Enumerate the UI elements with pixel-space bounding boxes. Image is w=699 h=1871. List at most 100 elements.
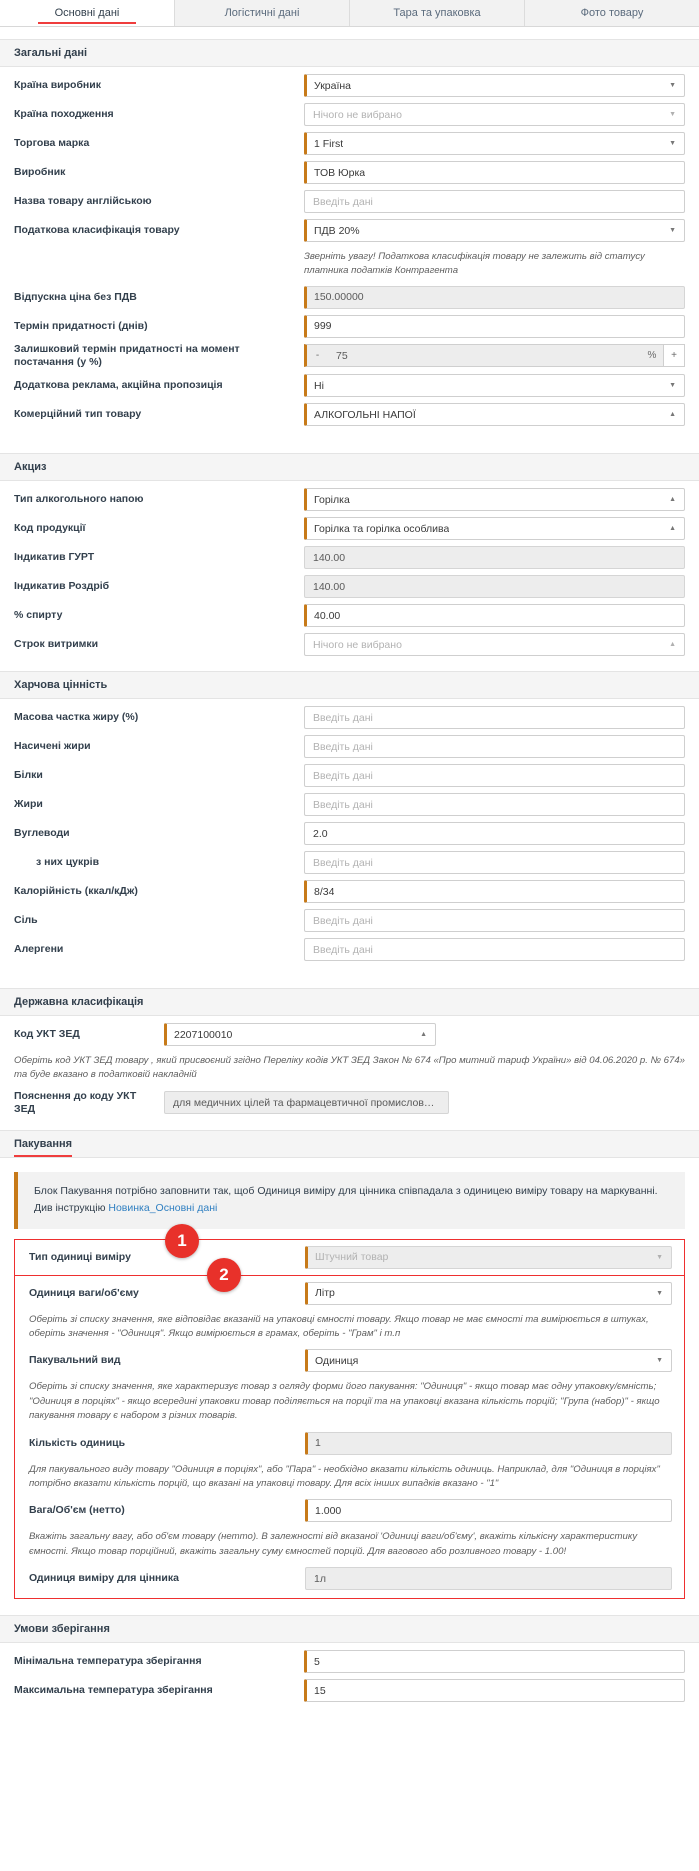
section-spacer <box>0 441 699 454</box>
field-control: Нічого не вибрано ▼ <box>304 103 685 126</box>
alcohol-percent-input[interactable]: 40.00 <box>304 604 685 628</box>
field-control: 1 <box>305 1431 672 1455</box>
input-placeholder: Введіть дані <box>313 769 373 782</box>
weight-unit-select[interactable]: Літр ▼ <box>305 1281 672 1305</box>
alcohol-type-select[interactable]: Горілка ▲ <box>304 488 685 512</box>
field-control: Літр ▼ <box>305 1281 672 1305</box>
input-placeholder: Введіть дані <box>313 195 373 208</box>
field-control: Горілка ▲ <box>304 488 685 512</box>
product-name-english-input[interactable]: Введіть дані <box>304 190 685 213</box>
field-label: Індикатив ГУРТ <box>14 550 95 563</box>
field-control: Введіть дані <box>304 764 685 788</box>
field-row-fats: Жири Введіть дані <box>14 792 685 817</box>
tab-product-photo[interactable]: Фото товару <box>525 0 699 26</box>
tab-gap <box>0 27 699 39</box>
country-manufacturer-select[interactable]: Україна ▼ <box>304 74 685 97</box>
input-placeholder: Введіть дані <box>313 711 373 724</box>
field-label: Жири <box>14 797 43 810</box>
chevron-up-icon: ▲ <box>669 496 676 504</box>
field-label: Залишковий термін придатності на момент … <box>14 342 240 368</box>
chevron-down-icon: ▼ <box>669 227 676 234</box>
section-title: Пакування <box>14 1138 73 1151</box>
select-value: Ні <box>314 379 324 392</box>
shelf-life-days-input[interactable]: 999 <box>304 314 685 338</box>
field-label: Індикатив Роздріб <box>14 579 110 592</box>
manufacturer-input[interactable]: ТОВ Юрка <box>304 161 685 184</box>
field-control: 1 First ▼ <box>304 132 685 155</box>
salt-input[interactable]: Введіть дані <box>304 909 685 933</box>
commercial-type-select[interactable]: АЛКОГОЛЬНІ НАПОЇ ▲ <box>304 403 685 427</box>
tab-basic-data[interactable]: Основні дані <box>0 0 175 26</box>
field-row-saturated-fats: Насичені жири Введіть дані <box>14 734 685 759</box>
proteins-input[interactable]: Введіть дані <box>304 764 685 788</box>
allergens-input[interactable]: Введіть дані <box>304 938 685 962</box>
fat-mass-fraction-input[interactable]: Введіть дані <box>304 706 685 730</box>
aging-period-select[interactable]: Нічого не вибрано ▲ <box>304 633 685 657</box>
saturated-fats-input[interactable]: Введіть дані <box>304 735 685 759</box>
field-label: Сіль <box>14 913 38 926</box>
stepper-decrement-button[interactable]: - <box>304 344 328 368</box>
section-header-excise: Акциз <box>0 453 699 482</box>
tab-label: Основні дані <box>54 7 120 19</box>
fats-input[interactable]: Введіть дані <box>304 793 685 817</box>
product-code-select[interactable]: Горілка та горілка особлива ▲ <box>304 517 685 541</box>
min-storage-temp-input[interactable]: 5 <box>304 1650 685 1674</box>
stepper-value[interactable]: 75 <box>328 344 641 368</box>
tab-bar: Основні дані Логістичні дані Тара та упа… <box>0 0 699 27</box>
field-row-units-quantity: Кількість одиниць 1 <box>29 1431 672 1456</box>
carbohydrates-input[interactable]: 2.0 <box>304 822 685 846</box>
price-without-vat-input: 150.00000 <box>304 285 685 309</box>
field-row-tax-classification: Податкова класифікація товару ПДВ 20% ▼ <box>14 218 685 243</box>
select-value: ПДВ 20% <box>314 224 360 237</box>
input-value: 1.000 <box>315 1504 342 1517</box>
field-label: Термін придатності (днів) <box>14 319 148 332</box>
highlight-box-packaging-details: 2 Одиниця ваги/об'єму Літр ▼ Оберіть зі … <box>14 1257 685 1600</box>
field-label: Вага/Об'єм (нетто) <box>29 1504 125 1517</box>
input-value: 999 <box>314 320 332 333</box>
remaining-shelf-life-stepper[interactable]: - 75 % + <box>304 344 685 368</box>
field-control: 15 <box>304 1679 685 1703</box>
field-row-min-storage-temp: Мінімальна температура зберігання 5 <box>14 1649 685 1674</box>
sugars-input[interactable]: Введіть дані <box>304 851 685 875</box>
field-label: Країна походження <box>14 107 114 120</box>
field-row-calories: Калорійність (ккал/кДж) 8/34 <box>14 879 685 904</box>
field-row-carbohydrates: Вуглеводи 2.0 <box>14 821 685 846</box>
input-value: 5 <box>314 1655 320 1668</box>
field-control: 1л <box>305 1567 672 1591</box>
section-body-general: Країна виробник Україна ▼ Країна походже… <box>0 67 699 442</box>
tab-container-packaging[interactable]: Тара та упаковка <box>350 0 525 26</box>
field-label: Максимальна температура зберігання <box>14 1684 213 1697</box>
select-value: 1 First <box>314 137 344 150</box>
max-storage-temp-input[interactable]: 15 <box>304 1679 685 1703</box>
input-value: для медичних цілей та фармацевтичної про… <box>173 1096 440 1109</box>
field-control: - 75 % + <box>304 344 685 368</box>
packaging-type-select[interactable]: Одиниця ▼ <box>305 1349 672 1373</box>
trademark-select[interactable]: 1 First ▼ <box>304 132 685 155</box>
active-tab-underline <box>38 22 136 24</box>
field-control: Введіть дані <box>304 938 685 962</box>
chevron-up-icon: ▲ <box>420 1031 427 1039</box>
tax-classification-select[interactable]: ПДВ 20% ▼ <box>304 219 685 242</box>
select-value: Одиниця <box>315 1354 359 1367</box>
instruction-link[interactable]: Новинка_Основні дані <box>108 1202 217 1214</box>
tab-logistics-data[interactable]: Логістичні дані <box>175 0 350 26</box>
field-control: АЛКОГОЛЬНІ НАПОЇ ▲ <box>304 403 685 427</box>
calories-input[interactable]: 8/34 <box>304 880 685 904</box>
net-weight-volume-input[interactable]: 1.000 <box>305 1499 672 1523</box>
input-value: 1 <box>315 1437 321 1450</box>
unit-type-select[interactable]: Штучний товар ▼ <box>305 1245 672 1269</box>
select-value: АЛКОГОЛЬНІ НАПОЇ <box>314 408 416 421</box>
additional-advertising-select[interactable]: Ні ▼ <box>304 374 685 398</box>
field-label: Насичені жири <box>14 739 91 752</box>
section-header-storage: Умови зберігання <box>0 1615 699 1644</box>
field-control: Горілка та горілка особлива ▲ <box>304 517 685 541</box>
field-control: 40.00 <box>304 604 685 628</box>
field-control: Нічого не вибрано ▲ <box>304 633 685 657</box>
field-row-trademark: Торгова марка 1 First ▼ <box>14 131 685 156</box>
section-body-excise: Тип алкогольного напою Горілка ▲ Код про… <box>0 481 699 672</box>
field-label: Одиниця ваги/об'єму <box>29 1286 139 1299</box>
field-control: Введіть дані <box>304 706 685 730</box>
stepper-increment-button[interactable]: + <box>663 344 685 368</box>
country-origin-select[interactable]: Нічого не вибрано ▼ <box>304 103 685 126</box>
ukt-zed-code-select[interactable]: 2207100010 ▲ <box>164 1023 436 1047</box>
